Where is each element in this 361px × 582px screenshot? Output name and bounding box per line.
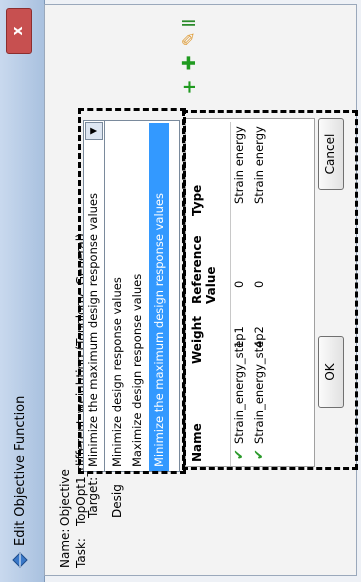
app-diamond-icon [12, 552, 28, 568]
annotation-box-table [182, 110, 358, 470]
design-label: Desig [110, 484, 124, 518]
name-label: Name: [58, 528, 72, 568]
column-resize-icon[interactable]: Ⅱ [179, 12, 201, 34]
target-label: Target: [86, 476, 100, 518]
edit-objective-dialog: Edit Objective Function x Name: Objectiv… [0, 0, 361, 582]
add-multiple-rows-icon[interactable]: ✚ [179, 52, 201, 74]
title-bar: Edit Objective Function x [0, 0, 45, 582]
close-button[interactable]: x [6, 8, 32, 54]
task-label: Task: [74, 538, 88, 568]
annotation-box-target [78, 108, 186, 474]
window-title: Edit Objective Function [13, 395, 28, 546]
add-row-icon[interactable]: + [179, 76, 201, 98]
name-value: Objective [58, 469, 72, 526]
